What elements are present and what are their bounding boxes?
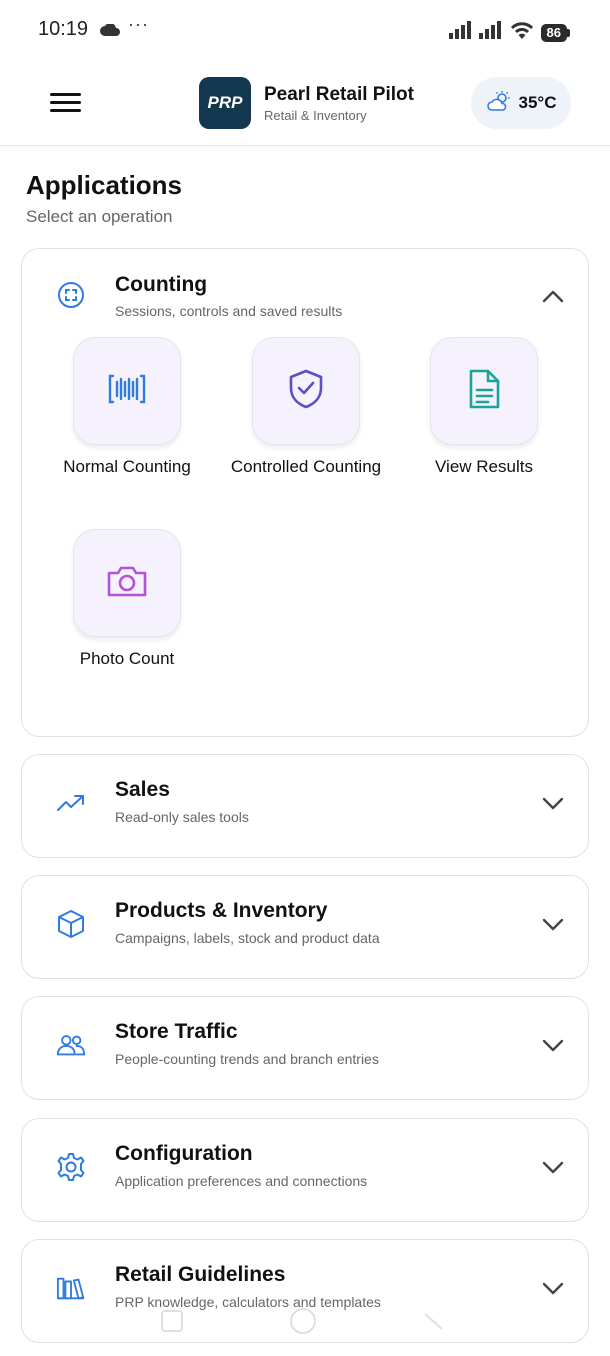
tile-icon-box: [73, 529, 181, 637]
back-nav-icon: [424, 1313, 443, 1330]
weather-widget[interactable]: 35°C: [471, 77, 571, 129]
tile-photo-count[interactable]: Photo Count: [37, 529, 217, 669]
chevron-down-icon[interactable]: [540, 912, 566, 938]
section-title: Products & Inventory: [115, 899, 328, 922]
app-subtitle: Retail & Inventory: [264, 108, 367, 123]
document-icon: [467, 368, 501, 415]
wifi-icon: [509, 20, 535, 45]
system-navigation-bar: [0, 1306, 610, 1336]
tile-normal-counting[interactable]: Normal Counting: [37, 337, 217, 477]
chevron-down-icon[interactable]: [540, 1033, 566, 1059]
battery-icon: 86: [540, 23, 570, 42]
section-title: Counting: [115, 273, 208, 296]
hamburger-menu-icon[interactable]: [50, 93, 81, 113]
weather-temperature: 35°C: [518, 93, 557, 112]
tile-label: Photo Count: [79, 649, 175, 668]
tile-icon-box: [252, 337, 360, 445]
brand-logo: PRP: [199, 77, 251, 129]
shield-check-icon: [286, 368, 326, 415]
section-description: People-counting trends and branch entrie…: [115, 1051, 379, 1067]
section-description: Read-only sales tools: [115, 809, 249, 825]
signal-icon-2: [478, 21, 503, 44]
counting-tiles: Normal Counting Controlled Counting View…: [22, 337, 588, 717]
app-header: PRP Pearl Retail Pilot Retail & Inventor…: [0, 60, 610, 146]
chevron-down-icon[interactable]: [540, 1155, 566, 1181]
section-sales-header[interactable]: Sales Read-only sales tools: [22, 755, 588, 855]
section-counting-header[interactable]: Counting Sessions, controls and saved re…: [22, 249, 588, 337]
status-more-indicator: ···: [128, 14, 149, 34]
scan-frame-icon: [56, 280, 86, 310]
home-nav-icon: [290, 1308, 316, 1334]
section-products-inventory[interactable]: Products & Inventory Campaigns, labels, …: [21, 875, 589, 979]
section-title: Configuration: [115, 1142, 253, 1165]
gear-icon: [56, 1152, 86, 1182]
tile-icon-box: [73, 337, 181, 445]
app-name: Pearl Retail Pilot: [264, 84, 414, 105]
tile-label: Controlled Counting: [230, 457, 382, 476]
cloud-status-icon: [100, 23, 120, 41]
section-products-header[interactable]: Products & Inventory Campaigns, labels, …: [22, 876, 588, 976]
section-title: Retail Guidelines: [115, 1263, 286, 1286]
section-description: Sessions, controls and saved results: [115, 303, 343, 319]
recents-nav-icon: [161, 1310, 183, 1332]
chevron-down-icon[interactable]: [540, 791, 566, 817]
chevron-down-icon[interactable]: [540, 1276, 566, 1302]
trend-up-icon: [56, 788, 86, 818]
page-title: Applications: [26, 170, 183, 200]
tile-label: View Results: [435, 457, 533, 476]
section-title: Store Traffic: [115, 1020, 238, 1043]
partly-cloudy-icon: [486, 90, 512, 117]
section-store-traffic-header[interactable]: Store Traffic People-counting trends and…: [22, 997, 588, 1097]
books-icon: [56, 1273, 86, 1303]
camera-icon: [106, 564, 148, 603]
section-description: Campaigns, labels, stock and product dat…: [115, 930, 380, 946]
barcode-icon: [107, 373, 147, 410]
signal-icon: [448, 21, 473, 44]
tile-icon-box: [430, 337, 538, 445]
status-bar: 10:19 ··· 86: [0, 0, 610, 60]
section-description: Application preferences and connections: [115, 1173, 368, 1189]
section-configuration-header[interactable]: Configuration Application preferences an…: [22, 1119, 588, 1219]
people-icon: [56, 1030, 86, 1060]
section-counting: Counting Sessions, controls and saved re…: [21, 248, 589, 737]
page-subtitle: Select an operation: [26, 207, 173, 226]
section-title: Sales: [115, 778, 170, 801]
cube-icon: [56, 909, 86, 939]
tile-controlled-counting[interactable]: Controlled Counting: [216, 337, 396, 477]
chevron-up-icon[interactable]: [540, 283, 566, 309]
tile-label: Normal Counting: [63, 457, 191, 476]
tile-view-results[interactable]: View Results: [394, 337, 574, 477]
section-configuration[interactable]: Configuration Application preferences an…: [21, 1118, 589, 1222]
section-store-traffic[interactable]: Store Traffic People-counting trends and…: [21, 996, 589, 1100]
battery-level: 86: [540, 23, 567, 42]
status-time: 10:19: [38, 18, 89, 40]
section-sales[interactable]: Sales Read-only sales tools: [21, 754, 589, 858]
